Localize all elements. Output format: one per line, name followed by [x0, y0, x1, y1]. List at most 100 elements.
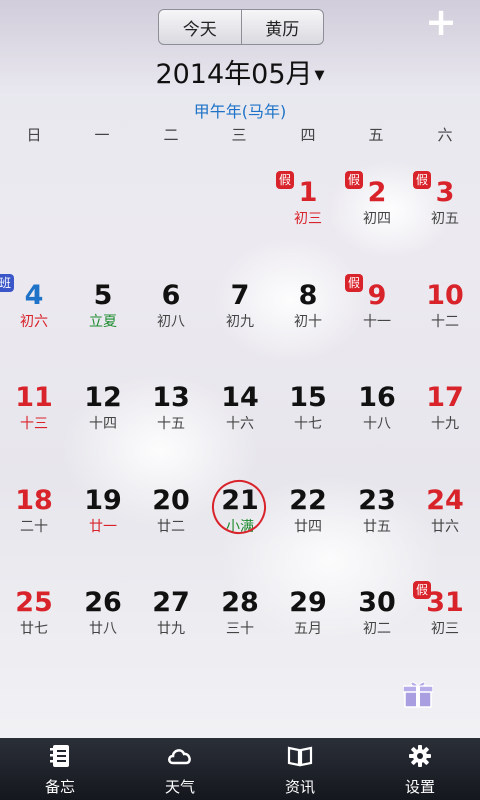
day-number: 11	[15, 382, 53, 413]
lunar-date: 廿二	[157, 519, 185, 535]
day-cell[interactable]: 31 初三假	[411, 581, 479, 664]
book-icon	[287, 746, 313, 767]
day-cell[interactable]: 15 十七	[274, 381, 342, 459]
day-cell[interactable]: 7 初九	[206, 279, 274, 357]
tab-news[interactable]: 资讯	[240, 738, 360, 800]
month-selector[interactable]: 2014年05月 ▼	[0, 52, 480, 91]
day-number: 16	[358, 382, 396, 413]
weekday-label: 六	[437, 126, 453, 144]
lunar-date: 十四	[89, 416, 117, 432]
day-cell[interactable]: 26 廿八	[69, 586, 137, 664]
day-cell[interactable]: 13 十五	[137, 381, 205, 459]
lunar-date: 廿八	[89, 621, 117, 637]
tab-label: 资讯	[284, 778, 315, 796]
day-number: 18	[15, 485, 53, 516]
tab-settings[interactable]: 设置	[360, 738, 480, 800]
day-cell[interactable]: 14 十六	[206, 381, 274, 459]
add-event-button[interactable]: +	[424, 3, 458, 41]
day-cell[interactable]: 3 初五假	[411, 171, 479, 254]
day-number: 5	[93, 280, 113, 311]
day-cell[interactable]: 22 廿四	[274, 484, 342, 562]
lunar-date: 十二	[431, 314, 459, 330]
tab-memo[interactable]: 备忘	[0, 738, 120, 800]
day-number: 30	[358, 587, 396, 618]
day-cell[interactable]: 5 立夏	[69, 279, 137, 357]
lunar-date: 廿九	[157, 621, 185, 637]
day-cell[interactable]: 1 初三假	[274, 171, 342, 254]
day-cell[interactable]: 19 廿一	[69, 484, 137, 562]
day-number: 23	[358, 485, 396, 516]
lunar-date: 十一	[363, 314, 391, 330]
day-number: 10	[426, 280, 464, 311]
lunar-date: 初八	[157, 314, 185, 330]
lunar-date: 初三	[294, 211, 322, 227]
holiday-badge: 假	[276, 171, 294, 189]
day-cell[interactable]: 23 廿五	[343, 484, 411, 562]
day-cell[interactable]: 29 五月	[274, 586, 342, 664]
day-cell[interactable]: 11 十三	[0, 381, 68, 459]
day-number: 20	[152, 485, 190, 516]
lunar-date: 廿六	[431, 519, 459, 535]
day-cell[interactable]: 8 初十	[274, 279, 342, 357]
lunar-date: 二十	[20, 519, 48, 535]
day-cell[interactable]: 9 十一假	[343, 274, 411, 357]
holiday-badge: 假	[413, 171, 431, 189]
gear-icon	[409, 745, 431, 767]
day-cell[interactable]: 12 十四	[69, 381, 137, 459]
day-number: 13	[152, 382, 190, 413]
almanac-button[interactable]: 黄历	[240, 10, 324, 44]
day-number: 22	[289, 485, 327, 516]
lunar-date: 廿七	[20, 621, 48, 637]
day-cell[interactable]: 16 十八	[343, 381, 411, 459]
header-bar: 今天 黄历 + 2014年05月 ▼	[0, 0, 480, 96]
day-number: 27	[152, 587, 190, 618]
lunar-date: 廿一	[89, 519, 117, 535]
day-cell[interactable]: 17 十九	[411, 381, 479, 459]
day-cell[interactable]: 18 二十	[0, 484, 68, 562]
weekday-label: 三	[231, 126, 247, 144]
weekday-header: 日 一 二 三 四 五 六	[0, 124, 480, 146]
weekday-label: 五	[368, 126, 384, 144]
lunar-date: 初六	[20, 314, 48, 330]
workday-badge: 班	[0, 274, 14, 292]
day-number: 8	[298, 280, 318, 311]
day-number: 24	[426, 485, 464, 516]
lunar-date: 初十	[294, 314, 322, 330]
holiday-badge: 假	[345, 171, 363, 189]
weekday-label: 二	[163, 126, 179, 144]
notebook-icon	[50, 745, 69, 767]
day-number: 14	[221, 382, 259, 413]
gift-icon[interactable]	[403, 680, 433, 708]
day-cell[interactable]: 25 廿七	[0, 586, 68, 664]
lunar-date: 初二	[363, 621, 391, 637]
day-number: 7	[230, 280, 250, 311]
month-title: 2014年05月	[155, 59, 313, 90]
day-cell[interactable]: 4 初六班	[0, 274, 68, 357]
lunar-date: 三十	[226, 621, 254, 637]
holiday-badge: 假	[345, 274, 363, 292]
day-cell[interactable]: 30 初二	[343, 586, 411, 664]
weekday-label: 四	[300, 126, 316, 144]
today-button[interactable]: 今天	[159, 10, 241, 44]
day-cell[interactable]: 24 廿六	[411, 484, 479, 562]
day-number: 19	[84, 485, 122, 516]
tab-label: 备忘	[44, 778, 75, 796]
day-cell[interactable]: 2 初四假	[343, 171, 411, 254]
tab-label: 设置	[404, 778, 435, 796]
lunar-date: 十七	[294, 416, 322, 432]
day-cell[interactable]: 20 廿二	[137, 484, 205, 562]
day-cell[interactable]: 27 廿九	[137, 586, 205, 664]
day-cell[interactable]: 10 十二	[411, 279, 479, 357]
dropdown-arrow-icon: ▼	[314, 68, 325, 83]
day-number: 15	[289, 382, 327, 413]
lunar-date: 初四	[363, 211, 391, 227]
lunar-date: 十六	[226, 416, 254, 432]
lunar-date: 初三	[431, 621, 459, 637]
tab-weather[interactable]: 天气	[120, 738, 240, 800]
day-cell[interactable]: 6 初八	[137, 279, 205, 357]
day-cell[interactable]: 28 三十	[206, 586, 274, 664]
ganzhi-year-label: 甲午年(马年)	[193, 102, 287, 121]
lunar-date: 十九	[431, 416, 459, 432]
day-number: 28	[221, 587, 259, 618]
lunar-date: 十三	[20, 416, 48, 432]
